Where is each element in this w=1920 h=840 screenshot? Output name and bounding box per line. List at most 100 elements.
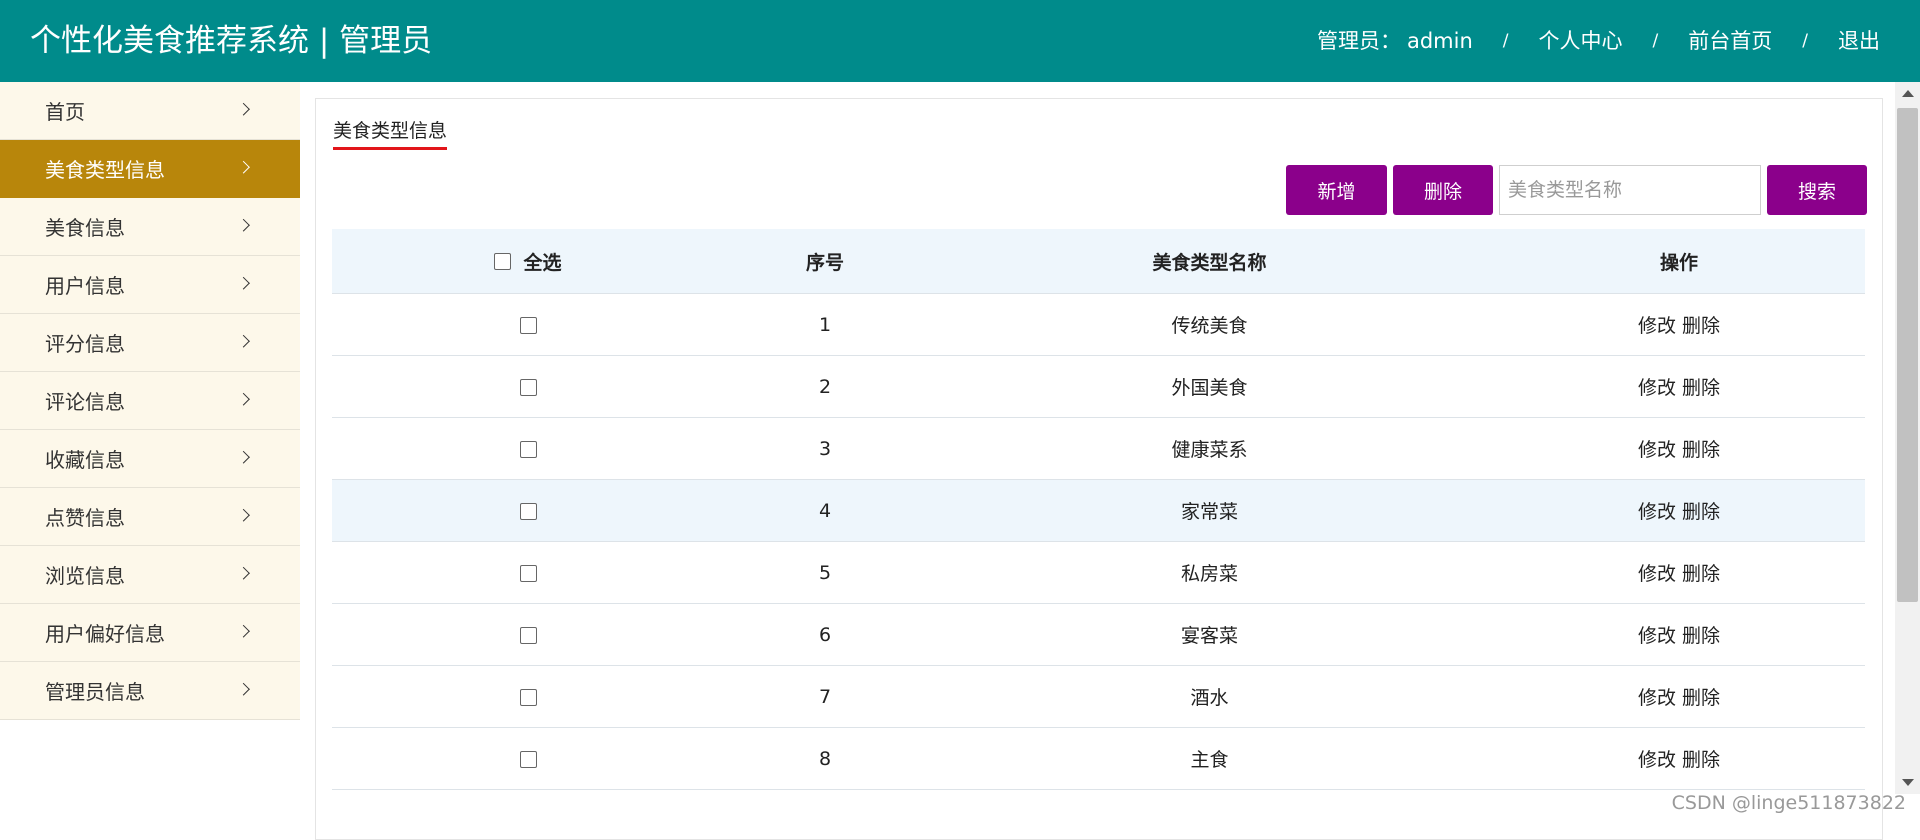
row-index: 1 [724,293,926,356]
column-header: 美食类型名称 [926,229,1493,294]
row-checkbox-cell [332,293,724,356]
table-row: 1 传统美食 修改 删除 [332,293,1865,356]
table-row: 7 酒水 修改 删除 [332,665,1865,728]
row-index: 8 [724,727,926,790]
sidebar-item-label: 浏览信息 [45,564,125,588]
content-panel: 美食类型信息 新增 删除 搜索 全选 序号 美食类型名称 操作 [315,98,1883,840]
edit-link[interactable]: 修改 [1638,563,1676,585]
row-actions: 修改 删除 [1493,355,1865,418]
edit-link[interactable]: 修改 [1638,377,1676,399]
watermark: CSDN @linge511873822 [1671,792,1906,814]
row-checkbox-cell [332,479,724,542]
row-checkbox[interactable] [519,750,537,768]
row-name: 宴客菜 [926,603,1493,666]
sidebar-item-preferences[interactable]: 用户偏好信息 [0,604,300,662]
sidebar-item-users[interactable]: 用户信息 [0,256,300,314]
edit-link[interactable]: 修改 [1638,439,1676,461]
delete-link[interactable]: 删除 [1682,625,1720,647]
row-name: 主食 [926,727,1493,790]
row-index: 7 [724,665,926,728]
sidebar-item-ratings[interactable]: 评分信息 [0,314,300,372]
table-row: 2 外国美食 修改 删除 [332,355,1865,418]
chevron-right-icon [237,334,250,348]
delete-link[interactable]: 删除 [1682,563,1720,585]
sidebar-item-likes[interactable]: 点赞信息 [0,488,300,546]
sidebar-item-admins[interactable]: 管理员信息 [0,662,300,720]
scroll-up-arrow-icon[interactable] [1902,90,1914,97]
delete-link[interactable]: 删除 [1682,687,1720,709]
search-input[interactable] [1499,165,1761,215]
sidebar-item-food[interactable]: 美食信息 [0,198,300,256]
edit-link[interactable]: 修改 [1638,687,1676,709]
sidebar-item-label: 点赞信息 [45,506,125,530]
table-row: 5 私房菜 修改 删除 [332,541,1865,604]
table-header-row: 全选 序号 美食类型名称 操作 [332,229,1865,294]
row-index: 5 [724,541,926,604]
chevron-right-icon [237,508,250,522]
row-actions: 修改 删除 [1493,417,1865,480]
delete-link[interactable]: 删除 [1682,377,1720,399]
edit-link[interactable]: 修改 [1638,501,1676,523]
edit-link[interactable]: 修改 [1638,315,1676,337]
row-checkbox-cell [332,417,724,480]
search-button[interactable]: 搜索 [1767,165,1867,215]
row-checkbox[interactable] [519,440,537,458]
nav-separator: / [1802,31,1808,51]
row-checkbox-cell [332,665,724,728]
row-checkbox-cell [332,727,724,790]
scroll-down-arrow-icon[interactable] [1902,779,1914,786]
vertical-scrollbar[interactable] [1895,82,1920,794]
table-row: 8 主食 修改 删除 [332,727,1865,790]
sidebar-item-food-type[interactable]: 美食类型信息 [0,140,300,198]
chevron-right-icon [237,624,250,638]
edit-link[interactable]: 修改 [1638,749,1676,771]
row-checkbox[interactable] [519,378,537,396]
column-header: 序号 [724,229,926,294]
chevron-right-icon [237,392,250,406]
delete-link[interactable]: 删除 [1682,501,1720,523]
sidebar-item-label: 评分信息 [45,332,125,356]
sidebar-item-favorites[interactable]: 收藏信息 [0,430,300,488]
row-checkbox[interactable] [519,502,537,520]
chevron-right-icon [237,450,250,464]
sidebar-item-home[interactable]: 首页 [0,82,300,140]
add-button[interactable]: 新增 [1286,165,1387,215]
row-name: 家常菜 [926,479,1493,542]
row-actions: 修改 删除 [1493,293,1865,356]
chevron-right-icon [237,160,250,174]
row-name: 私房菜 [926,541,1493,604]
app-title: 个性化美食推荐系统 | 管理员 [30,23,433,59]
nav-link-front-home[interactable]: 前台首页 [1688,26,1772,56]
nav-separator: / [1502,31,1509,51]
batch-delete-button[interactable]: 删除 [1393,165,1493,215]
sidebar: 首页 美食类型信息 美食信息 用户信息 评分信息 评论信息 收藏信息 点赞信息 … [0,82,300,720]
column-header: 操作 [1493,229,1865,294]
column-header: 全选 [523,251,562,274]
table-row: 3 健康菜系 修改 删除 [332,417,1865,480]
sidebar-item-comments[interactable]: 评论信息 [0,372,300,430]
row-checkbox-cell [332,355,724,418]
scrollbar-thumb[interactable] [1897,108,1918,602]
nav-separator: / [1652,31,1659,51]
delete-link[interactable]: 删除 [1682,439,1720,461]
toolbar: 新增 删除 搜索 [1286,165,1867,215]
row-checkbox[interactable] [519,316,537,334]
select-all-checkbox[interactable] [494,252,512,270]
row-checkbox-cell [332,541,724,604]
row-actions: 修改 删除 [1493,479,1865,542]
delete-link[interactable]: 删除 [1682,315,1720,337]
sidebar-item-views[interactable]: 浏览信息 [0,546,300,604]
sidebar-item-label: 美食类型信息 [45,158,165,182]
row-name: 健康菜系 [926,417,1493,480]
row-checkbox[interactable] [519,626,537,644]
nav-link-logout[interactable]: 退出 [1838,26,1880,56]
edit-link[interactable]: 修改 [1638,625,1676,647]
row-checkbox[interactable] [519,564,537,582]
chevron-right-icon [237,276,250,290]
sidebar-item-label: 管理员信息 [45,680,145,704]
column-select-all: 全选 [332,229,724,294]
row-checkbox[interactable] [519,688,537,706]
row-name: 传统美食 [926,293,1493,356]
nav-link-profile[interactable]: 个人中心 [1539,26,1623,56]
delete-link[interactable]: 删除 [1682,749,1720,771]
